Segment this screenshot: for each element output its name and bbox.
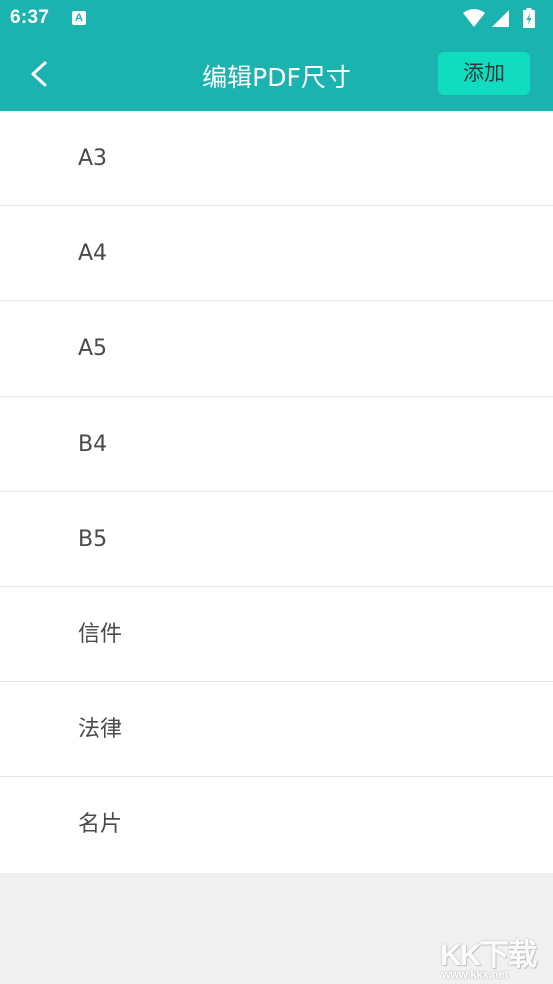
wifi-icon [463, 9, 485, 27]
size-item-label: B4 [78, 431, 108, 457]
status-time: 6:37 [10, 7, 50, 28]
watermark-url: www.kkx.net [442, 969, 509, 981]
watermark: KK下载 www.kkx.net [432, 928, 553, 984]
status-icons [463, 8, 543, 28]
app-notification-icon: A [72, 11, 86, 25]
size-item-label: A5 [78, 336, 108, 362]
size-item-a3[interactable]: A3 [0, 111, 553, 207]
size-item-business-card[interactable]: 名片 [0, 777, 553, 873]
screen: 6:37 A 编辑PDF尺寸 添加 A3 A4 A5 B4 B5 信件 法律 名… [0, 0, 553, 984]
size-item-letter[interactable]: 信件 [0, 586, 553, 683]
size-item-label: A4 [78, 241, 108, 267]
add-button[interactable]: 添加 [438, 52, 530, 95]
pdf-size-list: A3 A4 A5 B4 B5 信件 法律 名片 [0, 111, 553, 873]
size-item-a5[interactable]: A5 [0, 301, 553, 397]
app-notification-letter: A [75, 12, 83, 24]
watermark-logo: KK下载 [440, 939, 537, 972]
size-item-b5[interactable]: B5 [0, 491, 553, 587]
signal-icon [492, 10, 509, 27]
app-bar: 编辑PDF尺寸 添加 [0, 38, 553, 111]
status-bar: 6:37 A [0, 0, 553, 38]
size-item-label: B5 [78, 526, 108, 552]
size-item-label: 名片 [78, 812, 123, 838]
size-item-b4[interactable]: B4 [0, 396, 553, 492]
size-item-a4[interactable]: A4 [0, 206, 553, 302]
battery-icon [523, 8, 535, 28]
size-item-label: 法律 [78, 717, 123, 743]
size-item-legal[interactable]: 法律 [0, 682, 553, 778]
size-item-label: A3 [78, 146, 108, 171]
size-item-label: 信件 [78, 621, 123, 647]
